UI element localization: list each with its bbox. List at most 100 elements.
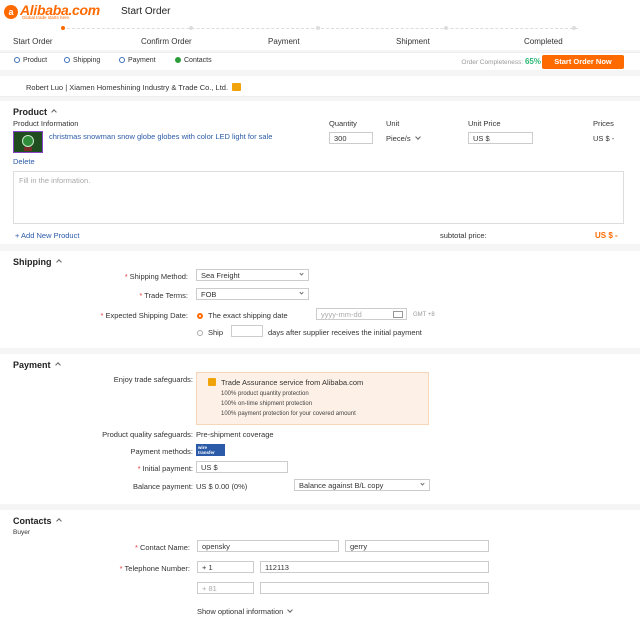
- step-label: Confirm Order: [141, 37, 192, 46]
- col-unit-price: Unit Price: [468, 119, 501, 128]
- quality-safeguards-label: Product quality safeguards:: [102, 430, 193, 439]
- radio-ring-icon: [119, 57, 125, 63]
- shipping-method-value: Sea Freight: [201, 271, 240, 280]
- step-label: Payment: [268, 37, 300, 46]
- product-notes-textarea[interactable]: Fill in the information.: [13, 171, 624, 224]
- order-completeness: Order Completeness: 65%: [461, 57, 541, 66]
- payment-methods-label: Payment methods:: [130, 447, 193, 456]
- start-order-now-button[interactable]: Start Order Now: [542, 55, 624, 69]
- supplier-info: Robert Luo | Xiamen Homeshining Industry…: [26, 83, 242, 92]
- chevron-up-icon: [55, 518, 62, 524]
- ta-point: 100% on-time shipment protection: [221, 401, 313, 407]
- step-label: Shipment: [396, 37, 430, 46]
- contacts-title-text: Contacts: [13, 516, 52, 526]
- supplier-bar: Robert Luo | Xiamen Homeshining Industry…: [0, 76, 640, 97]
- nav-payment[interactable]: Payment: [119, 57, 156, 64]
- quantity-input[interactable]: 300: [329, 132, 373, 144]
- line-price: US $ -: [593, 134, 615, 143]
- step-payment: Payment: [268, 26, 368, 46]
- telephone-input[interactable]: 112113: [260, 561, 489, 573]
- balance-payment-value: US $ 0.00 (0%): [196, 482, 248, 491]
- step-dot-icon: [61, 26, 65, 30]
- gold-supplier-icon: [232, 83, 242, 91]
- first-name-input[interactable]: opensky: [197, 540, 339, 552]
- ship-days-text: days after supplier receives the initial…: [268, 328, 422, 337]
- contacts-section-title[interactable]: Contacts: [13, 516, 62, 526]
- top-header: a Alibaba.com Global trade starts here. …: [0, 0, 640, 24]
- ship-days-input[interactable]: [231, 325, 263, 337]
- step-start-order: Start Order: [13, 26, 113, 46]
- payment-title-text: Payment: [13, 360, 51, 370]
- nav-shipping[interactable]: Shipping: [64, 57, 100, 64]
- shipping-section-title[interactable]: Shipping: [13, 257, 62, 267]
- trade-terms-select[interactable]: FOB: [196, 288, 309, 300]
- product-section-title[interactable]: Product: [13, 107, 57, 117]
- col-product-info: Product Information: [13, 119, 79, 128]
- alibaba-logo-icon: a: [4, 5, 18, 19]
- radio-ring-icon: [14, 57, 20, 63]
- shipping-title-text: Shipping: [13, 257, 52, 267]
- col-prices: Prices: [593, 119, 614, 128]
- nav-product-label: Product: [23, 57, 48, 64]
- order-progress: Start Order Confirm Order Payment Shipme…: [0, 24, 640, 50]
- ta-point: 100% product quantity protection: [221, 391, 309, 397]
- page-title: Start Order: [121, 6, 171, 17]
- step-shipment: Shipment: [396, 26, 496, 46]
- trade-assurance-box: Trade Assurance service from Alibaba.com…: [196, 372, 429, 425]
- trade-terms-label: * Trade Terms:: [139, 291, 188, 300]
- product-thumbnail[interactable]: [13, 131, 43, 153]
- last-name-input[interactable]: gerry: [345, 540, 489, 552]
- mobile-code-input[interactable]: + 81: [197, 582, 254, 594]
- timezone-label: GMT +8: [413, 312, 435, 318]
- wire-transfer-icon: wire transfer: [196, 444, 225, 456]
- ship-days-option[interactable]: Ship: [197, 328, 223, 337]
- chevron-up-icon: [54, 362, 61, 368]
- nav-product[interactable]: Product: [14, 57, 47, 64]
- shipping-method-select[interactable]: Sea Freight: [196, 269, 309, 281]
- trade-terms-value: FOB: [201, 290, 217, 299]
- step-dot-icon: [189, 26, 193, 30]
- alibaba-logo[interactable]: a Alibaba.com Global trade starts here.: [4, 2, 116, 22]
- quality-safeguards-value: Pre-shipment coverage: [196, 430, 274, 439]
- contacts-subtitle: Buyer: [13, 529, 30, 536]
- brand-tagline: Global trade starts here.: [22, 15, 71, 20]
- show-optional-info-toggle[interactable]: Show optional information: [197, 607, 294, 616]
- balance-terms-value: Balance against B/L copy: [299, 481, 384, 490]
- balance-terms-select[interactable]: Balance against B/L copy: [294, 479, 430, 491]
- date-placeholder: yyyy-mm-dd: [321, 310, 362, 319]
- ta-point: 100% payment protection for your covered…: [221, 411, 356, 417]
- subtotal-label: subtotal price:: [440, 231, 487, 240]
- country-code-input[interactable]: + 1: [197, 561, 254, 573]
- col-quantity: Quantity: [329, 119, 357, 128]
- nav-contacts[interactable]: Contacts: [175, 57, 212, 64]
- unit-price-input[interactable]: US $: [468, 132, 533, 144]
- add-new-product-link[interactable]: + Add New Product: [15, 231, 79, 240]
- chevron-up-icon: [55, 259, 62, 265]
- radio-selected-icon: [197, 313, 203, 319]
- chevron-down-icon: [299, 290, 304, 295]
- mobile-input[interactable]: [260, 582, 489, 594]
- initial-payment-label: * Initial payment:: [137, 464, 193, 473]
- chevron-down-icon: [299, 271, 304, 276]
- step-confirm-order: Confirm Order: [141, 26, 241, 46]
- unit-select[interactable]: Piece/s: [386, 134, 421, 143]
- product-title-text: Product: [13, 107, 48, 117]
- nav-shipping-label: Shipping: [73, 57, 101, 64]
- product-name-link[interactable]: christmas snowman snow globe globes with…: [49, 132, 314, 142]
- shipping-date-input[interactable]: yyyy-mm-dd: [316, 308, 407, 320]
- payment-section-title[interactable]: Payment: [13, 360, 61, 370]
- unit-select-value: Piece/s: [386, 134, 411, 143]
- show-optional-label: Show optional information: [197, 607, 284, 616]
- nav-payment-label: Payment: [128, 57, 156, 64]
- exact-date-label: The exact shipping date: [208, 311, 288, 320]
- chevron-down-icon: [414, 134, 421, 140]
- calendar-icon: [393, 311, 403, 318]
- balance-payment-label: Balance payment:: [132, 482, 193, 491]
- exact-date-option[interactable]: The exact shipping date: [197, 311, 288, 320]
- check-dot-icon: [175, 57, 181, 63]
- step-label: Start Order: [13, 37, 53, 46]
- initial-payment-input[interactable]: US $: [196, 461, 288, 473]
- delete-product-link[interactable]: Delete: [13, 157, 35, 166]
- completeness-value: 65%: [524, 57, 541, 66]
- step-dot-icon: [572, 26, 576, 30]
